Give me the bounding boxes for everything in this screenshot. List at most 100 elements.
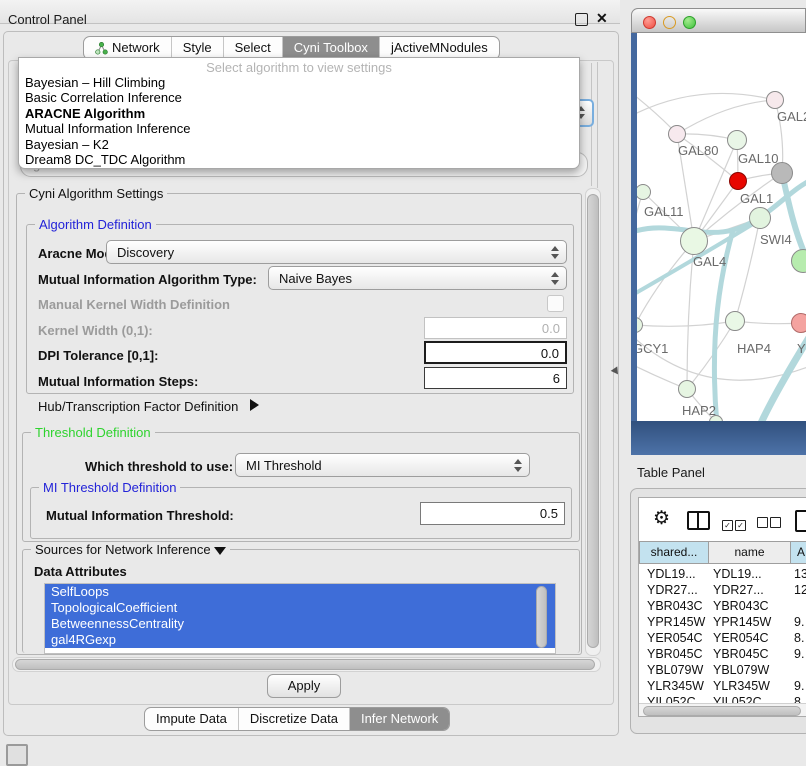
screen: { "colors": { "accent-blue": "#2323d8", …: [0, 0, 806, 762]
node-gal4[interactable]: [680, 227, 708, 255]
table-row[interactable]: YER054CYER054C8.: [639, 630, 806, 646]
close-traffic-light[interactable]: [643, 16, 656, 29]
tab-network[interactable]: Network: [84, 37, 171, 59]
tab-cyni-toolbox[interactable]: Cyni Toolbox: [282, 37, 379, 59]
tab-style[interactable]: Style: [171, 37, 223, 59]
kernel-width-field[interactable]: 0.0: [424, 317, 567, 339]
deselect-all-columns-icon[interactable]: [757, 515, 781, 533]
network-icon: [95, 42, 108, 55]
node-table: ⚙ ✓✓ shared... name A YDL19...YDL19...13…: [638, 497, 806, 717]
dropdown-item[interactable]: Bayesian – K2: [25, 137, 109, 152]
attribute-list-scrollbar[interactable]: [536, 586, 547, 648]
node-label: SWI4: [760, 232, 792, 247]
dropdown-prompt: Select algorithm to view settings: [19, 60, 579, 75]
attribute-item[interactable]: BetweennessCentrality: [45, 616, 555, 632]
function-builder-icon[interactable]: [795, 510, 806, 532]
node-label: GCY1: [637, 341, 668, 356]
panel-edge: [597, 62, 598, 188]
attribute-item[interactable]: TopologicalCoefficient: [45, 600, 555, 616]
node-label: GAL80: [678, 143, 718, 158]
node-label: HAP2: [682, 403, 716, 418]
tab-network-label: Network: [112, 37, 160, 59]
tab-style-label: Style: [183, 37, 212, 59]
mi-threshold-group-title: MI Threshold Definition: [39, 480, 180, 495]
column-header-shared-name[interactable]: shared...: [639, 541, 709, 564]
select-all-columns-icon[interactable]: ✓✓: [722, 515, 746, 533]
node-salmon[interactable]: [791, 313, 806, 333]
node-swi4[interactable]: [749, 207, 771, 229]
control-panel-title: Control Panel: [8, 12, 87, 27]
apply-button[interactable]: Apply: [267, 674, 341, 698]
table-row[interactable]: YBR045CYBR045C9.: [639, 646, 806, 662]
data-attributes-list: SelfLoops TopologicalCoefficient Between…: [44, 583, 556, 654]
which-threshold-label: Which threshold to use:: [85, 459, 233, 474]
combo-arrows-icon: [551, 272, 559, 285]
settings-hscrollbar-thumb[interactable]: [15, 659, 595, 670]
dropdown-item[interactable]: Mutual Information Inference: [25, 121, 190, 136]
tab-infer-network[interactable]: Infer Network: [349, 708, 449, 730]
column-header-name[interactable]: name: [708, 541, 791, 564]
dropdown-item[interactable]: Dream8 DC_TDC Algorithm: [25, 152, 185, 167]
tab-impute-data[interactable]: Impute Data: [145, 708, 238, 730]
tab-infer-network-label: Infer Network: [361, 708, 438, 730]
cyni-algorithm-settings-title: Cyni Algorithm Settings: [25, 186, 167, 201]
tab-select-label: Select: [235, 37, 271, 59]
dropdown-item-selected[interactable]: ARACNE Algorithm: [25, 106, 145, 121]
sources-group-title[interactable]: Sources for Network Inference: [31, 542, 230, 557]
node-gal2[interactable]: [766, 91, 784, 109]
node-label: HAP4: [737, 341, 771, 356]
node-gal80[interactable]: [668, 125, 686, 143]
table-row[interactable]: YLR345WYLR345W9.: [639, 678, 806, 694]
mi-threshold-field[interactable]: 0.5: [420, 502, 565, 525]
attribute-item[interactable]: SelfLoops: [45, 584, 555, 600]
table-row[interactable]: YPR145WYPR145W9.: [639, 614, 806, 630]
which-threshold-combobox[interactable]: MI Threshold: [235, 453, 530, 477]
node-gal1[interactable]: [729, 172, 747, 190]
dropdown-item[interactable]: Bayesian – Hill Climbing: [25, 75, 165, 90]
tab-discretize-data[interactable]: Discretize Data: [238, 708, 349, 730]
tab-jactivemnodules-label: jActiveMNodules: [391, 37, 488, 59]
close-icon[interactable]: ✕: [596, 10, 608, 27]
node-hap4[interactable]: [725, 311, 745, 331]
manual-kernel-width-label: Manual Kernel Width Definition: [38, 297, 230, 312]
minimized-window-icon[interactable]: [6, 744, 28, 766]
table-hscrollbar-track[interactable]: [639, 703, 806, 717]
dropdown-item[interactable]: Basic Correlation Inference: [25, 90, 182, 105]
node-hap2[interactable]: [678, 380, 696, 398]
data-attributes-label: Data Attributes: [34, 564, 127, 579]
cyni-bottom-tabbar: Impute Data Discretize Data Infer Networ…: [144, 707, 450, 731]
zoom-traffic-light[interactable]: [683, 16, 696, 29]
split-columns-icon[interactable]: [687, 511, 710, 530]
which-threshold-value: MI Threshold: [246, 458, 322, 473]
node-gal10[interactable]: [727, 130, 747, 150]
network-canvas[interactable]: GAL2 GAL80 GAL10 GAL1 GAL11 SWI4 GAL4 GC…: [637, 33, 806, 421]
float-window-icon[interactable]: [575, 13, 588, 26]
network-window-titlebar[interactable]: [631, 8, 806, 33]
tab-jactivemnodules[interactable]: jActiveMNodules: [379, 37, 499, 59]
collapse-down-icon: [214, 547, 226, 555]
aracne-mode-combobox[interactable]: Discovery: [106, 240, 567, 264]
table-row[interactable]: YDL19...YDL19...13: [639, 566, 806, 582]
dpi-tolerance-field[interactable]: 0.0: [424, 341, 567, 364]
dpi-tolerance-label: DPI Tolerance [0,1]:: [38, 348, 158, 363]
table-panel-title: Table Panel: [637, 465, 705, 480]
hub-definition-expander[interactable]: Hub/Transcription Factor Definition: [38, 399, 259, 414]
combo-arrows-icon: [514, 459, 522, 472]
attribute-item[interactable]: gal4RGexp: [45, 632, 555, 648]
gear-icon[interactable]: ⚙: [653, 509, 670, 528]
mi-steps-field[interactable]: 6: [424, 367, 567, 389]
tab-select[interactable]: Select: [223, 37, 282, 59]
threshold-definition-title: Threshold Definition: [31, 425, 155, 440]
table-row[interactable]: YDR27...YDR27...12: [639, 582, 806, 598]
column-header-clipped[interactable]: A: [790, 541, 806, 564]
settings-vscrollbar-thumb[interactable]: [587, 194, 599, 648]
table-row[interactable]: YBL079WYBL079W: [639, 662, 806, 678]
minimize-traffic-light[interactable]: [663, 16, 676, 29]
table-row[interactable]: YBR043CYBR043C: [639, 598, 806, 614]
manual-kernel-width-checkbox[interactable]: [547, 295, 564, 312]
table-hscrollbar-thumb[interactable]: [643, 706, 801, 716]
node-label: GAL1: [740, 191, 773, 206]
mi-algorithm-type-combobox[interactable]: Naive Bayes: [268, 266, 567, 290]
network-window-bottom-border: [631, 421, 806, 455]
algorithm-dropdown-popup: Select algorithm to view settings Bayesi…: [18, 57, 580, 169]
